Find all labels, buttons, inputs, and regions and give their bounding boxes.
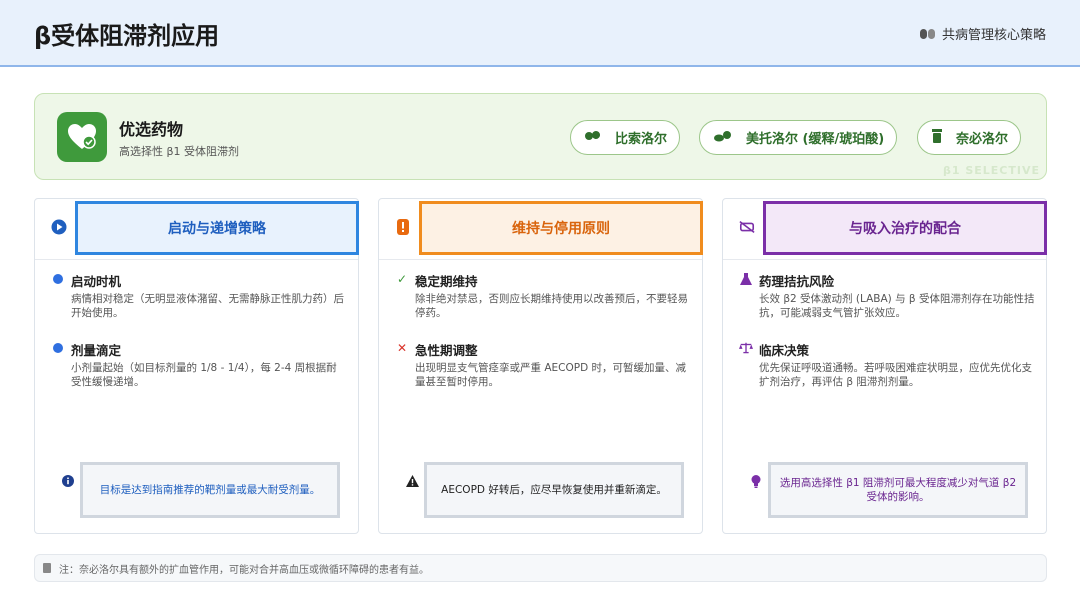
item-text: 出现明显支气管痉挛或严重 AECOPD 时，可暂缓加量、减量甚至暂时停用。	[415, 362, 687, 388]
warning-icon	[405, 474, 419, 488]
divider	[379, 259, 702, 260]
selective-watermark: β1 SELECTIVE	[942, 164, 1040, 177]
preferred-title: 优选药物	[119, 120, 184, 139]
page-title: β受体阻滞剂应用	[34, 22, 220, 50]
column-inhalation: 与吸入治疗的配合 药理拮抗风险 长效 β2 受体激动剂 (LABA) 与 β 受…	[722, 198, 1047, 534]
callout-box: 目标是达到指南推荐的靶剂量或最大耐受剂量。	[80, 462, 340, 518]
divider	[723, 259, 1046, 260]
item-title: 药理拮抗风险	[759, 274, 835, 289]
footer-note-text: 注：奈必洛尔具有额外的扩血管作用，可能对合并高血压或微循环障碍的患者有益。	[59, 564, 429, 576]
drug-pill-nebivolol[interactable]: 奈必洛尔	[917, 120, 1022, 155]
header-bar: β受体阻滞剂应用 共病管理核心策略	[0, 0, 1080, 67]
column-title: 与吸入治疗的配合	[763, 201, 1047, 255]
item-title: 临床决策	[759, 343, 810, 358]
preferred-subtitle: 高选择性 β1 受体阻滞剂	[119, 145, 240, 158]
cross-icon: ✕	[396, 341, 408, 355]
play-circle-icon	[51, 219, 67, 235]
flask-icon	[739, 272, 753, 286]
no-inhaler-icon	[739, 219, 755, 235]
alert-icon	[395, 219, 411, 235]
item-text: 优先保证呼吸道通畅。若呼吸困难症状明显，应优先优化支扩剂治疗，再评估 β 阻滞剂…	[759, 362, 1032, 388]
info-icon	[61, 474, 75, 488]
pills-icon	[919, 28, 936, 39]
drug-label: 美托洛尔 (缓释/琥珀酸)	[746, 132, 885, 147]
heart-check-icon	[57, 112, 107, 162]
item-text: 病情相对稳定（无明显液体潴留、无需静脉正性肌力药）后开始使用。	[71, 293, 344, 319]
column-title: 维持与停用原则	[419, 201, 703, 255]
callout-box: 选用高选择性 β1 阻滞剂可最大程度减少对气道 β2 受体的影响。	[768, 462, 1028, 518]
item-title: 急性期调整	[415, 343, 478, 358]
dot-icon	[51, 341, 65, 355]
lightbulb-icon	[749, 474, 763, 488]
scale-icon	[739, 341, 753, 355]
drug-label: 奈必洛尔	[956, 132, 1009, 147]
item-title: 启动时机	[71, 274, 122, 289]
item-text: 除非绝对禁忌，否则应长期维持使用以改善预后，不要轻易停药。	[415, 293, 688, 319]
divider	[35, 259, 358, 260]
item-title: 稳定期维持	[415, 274, 478, 289]
item-title: 剂量滴定	[71, 343, 122, 358]
preferred-drugs-panel: 优选药物 高选择性 β1 受体阻滞剂 比索洛尔 美托洛尔 (缓释/琥珀酸) 奈必…	[34, 93, 1047, 180]
capsule-icon	[585, 130, 601, 145]
pill-bottle-icon	[932, 129, 942, 146]
drug-label: 比索洛尔	[615, 132, 668, 147]
column-maintenance: 维持与停用原则 ✓ 稳定期维持 除非绝对禁忌，否则应长期维持使用以改善预后，不要…	[378, 198, 703, 534]
item-text: 长效 β2 受体激动剂 (LABA) 与 β 受体阻滞剂存在功能性拮抗，可能减弱…	[759, 293, 1035, 319]
document-icon	[43, 563, 51, 573]
check-icon: ✓	[396, 272, 408, 286]
drug-pill-bisoprolol[interactable]: 比索洛尔	[570, 120, 681, 155]
header-subtitle: 共病管理核心策略	[919, 24, 1046, 43]
header-subtitle-text: 共病管理核心策略	[941, 28, 1046, 43]
column-title: 启动与递增策略	[75, 201, 359, 255]
footer-note: 注：奈必洛尔具有额外的扩血管作用，可能对合并高血压或微循环障碍的患者有益。	[34, 554, 1047, 582]
drug-pill-metoprolol[interactable]: 美托洛尔 (缓释/琥珀酸)	[699, 120, 898, 155]
tablets-icon	[714, 130, 732, 145]
item-text: 小剂量起始（如目标剂量的 1/8 - 1/4），每 2-4 周根据耐受性缓慢递增…	[71, 362, 337, 388]
callout-box: AECOPD 好转后，应尽早恢复使用并重新滴定。	[424, 462, 684, 518]
column-initiation: 启动与递增策略 启动时机 病情相对稳定（无明显液体潴留、无需静脉正性肌力药）后开…	[34, 198, 359, 534]
dot-icon	[51, 272, 65, 286]
